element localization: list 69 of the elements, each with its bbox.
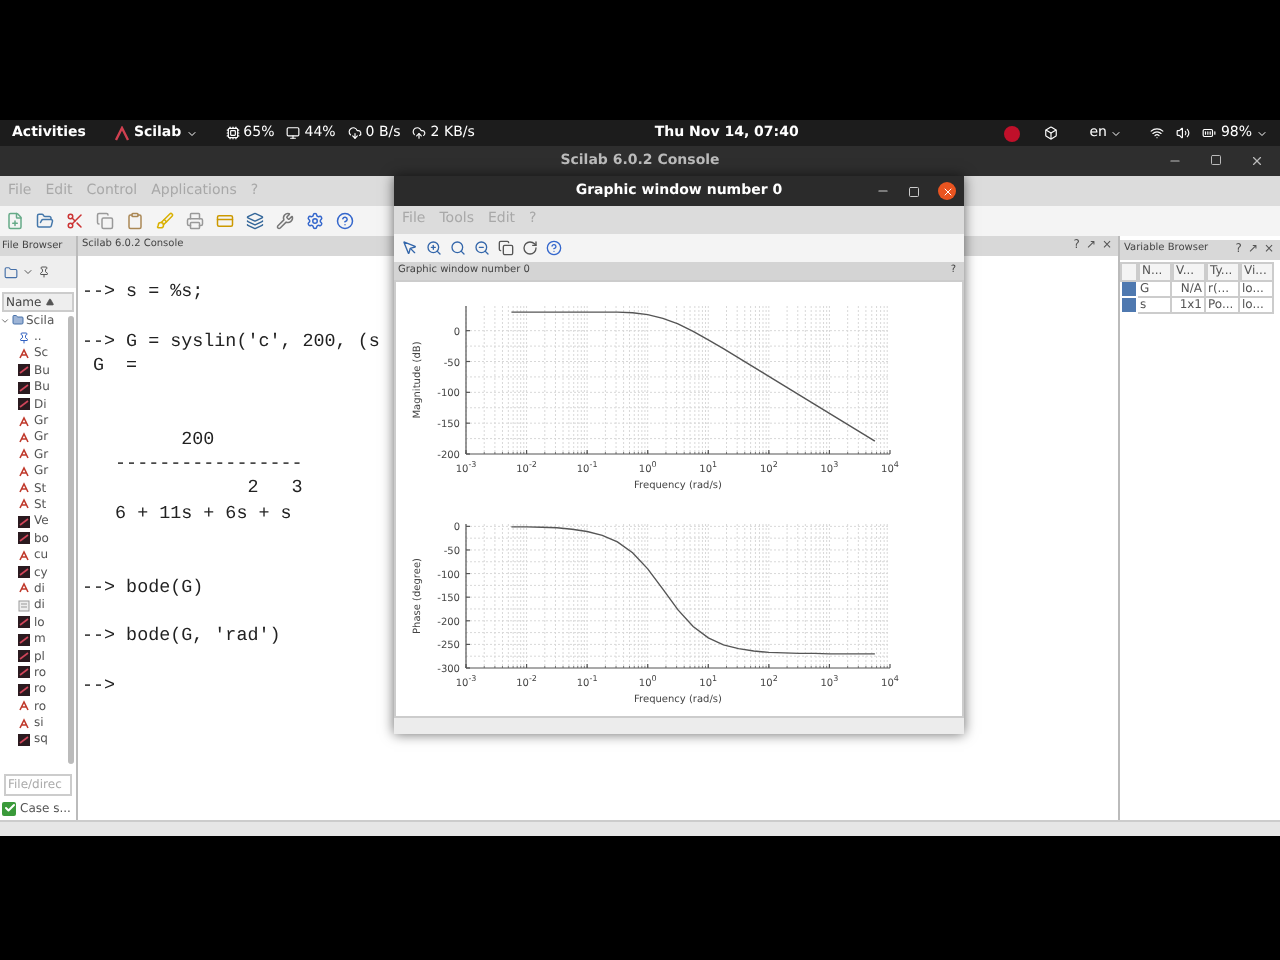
pdf-file-icon [18, 448, 30, 461]
cpu-icon [225, 126, 240, 140]
folder-icon[interactable] [4, 265, 18, 279]
checkbox[interactable] [2, 801, 16, 815]
pdf-file-icon [18, 498, 30, 511]
minimize-button[interactable] [876, 184, 890, 198]
script-file-icon [18, 364, 30, 377]
script-file-icon [18, 733, 30, 746]
cloud-upload-icon [412, 126, 427, 140]
battery-icon [1202, 126, 1217, 140]
script-file-icon [18, 532, 30, 545]
caret-icon [1256, 127, 1268, 139]
pdf-file-icon [18, 582, 30, 595]
pdf-file-icon [18, 465, 30, 478]
close-button[interactable] [1250, 154, 1264, 168]
rotate-icon[interactable] [522, 239, 538, 256]
pointer-icon[interactable] [402, 239, 418, 256]
script-file-icon [18, 633, 30, 646]
pdf-file-icon [18, 717, 30, 730]
app-icon [113, 125, 130, 141]
close-button[interactable] [938, 182, 956, 200]
pin-icon[interactable] [38, 266, 50, 278]
wrench-icon[interactable] [276, 212, 294, 230]
console-output: --> s = %s; --> G = syslin('c', 200, (s G = 200 ----------------- 2 3 6 + 11s + 6s + s --> bode(G) --> bode(G, 'rad') --> [80, 278, 380, 699]
memory-icon [286, 126, 301, 140]
script-file-icon [18, 650, 30, 662]
caret-icon [1110, 127, 1123, 139]
wifi-icon[interactable] [1150, 126, 1165, 140]
pdf-file-icon [18, 347, 30, 360]
close-icon [941, 185, 953, 197]
pdf-file-icon [18, 415, 30, 428]
new-file-icon[interactable] [6, 212, 24, 230]
zoom-out-icon[interactable] [474, 239, 490, 256]
pdf-file-icon [18, 700, 30, 713]
record-icon[interactable] [1003, 125, 1020, 141]
script-file-icon [18, 515, 30, 528]
folder-icon [12, 314, 24, 327]
caret-icon [185, 127, 198, 139]
cloud-download-icon [347, 126, 362, 140]
pin-icon [18, 331, 30, 344]
script-file-icon [18, 398, 30, 411]
clipboard-icon[interactable] [126, 212, 144, 230]
pdf-file-icon [18, 549, 30, 562]
sort-icon [45, 298, 54, 306]
script-file-icon [18, 666, 30, 679]
printer-icon[interactable] [186, 212, 204, 230]
text-file-icon [18, 599, 30, 612]
folder-icon[interactable] [36, 212, 54, 230]
pdf-file-icon [18, 482, 30, 495]
script-file-icon [18, 683, 30, 696]
search-icon[interactable] [450, 239, 466, 256]
script-file-icon [18, 381, 30, 394]
volume-icon[interactable] [1176, 126, 1191, 140]
box-icon[interactable] [1043, 126, 1058, 140]
maximize-button[interactable] [1210, 154, 1222, 166]
help-icon[interactable] [546, 239, 562, 256]
settings-icon[interactable] [306, 212, 324, 230]
script-file-icon [18, 566, 30, 579]
layers-icon[interactable] [246, 212, 264, 230]
scissors-icon[interactable] [66, 212, 84, 230]
scrollbar[interactable] [68, 316, 74, 764]
help-icon[interactable] [336, 212, 354, 230]
zoom-in-icon[interactable] [426, 239, 442, 256]
minimize-button[interactable] [1168, 154, 1182, 168]
pdf-file-icon [18, 431, 30, 444]
maximize-button[interactable] [908, 185, 920, 197]
script-file-icon [18, 616, 30, 629]
expand-icon [0, 315, 10, 326]
copy-icon[interactable] [498, 239, 514, 256]
